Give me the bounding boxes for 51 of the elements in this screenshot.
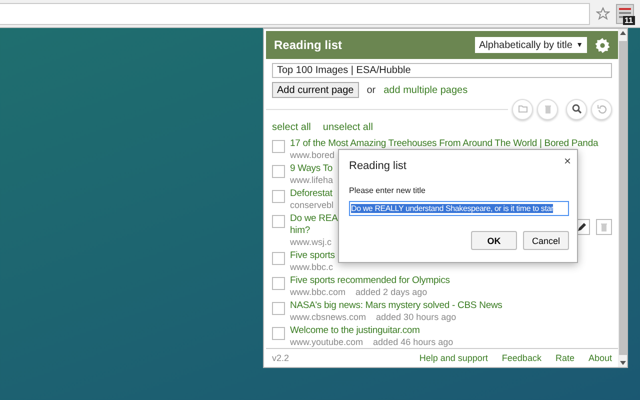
item-url: www.wsj.c [290,237,332,248]
dialog-title: Reading list [349,160,406,172]
extension-badge: 11 [622,16,635,24]
item-url: www.bbc.c [290,262,334,273]
dialog-prompt: Please enter new title [349,186,426,195]
item-added-time: added 30 hours ago [376,312,456,323]
item-url: www.lifeha [290,175,334,186]
popup-title: Reading list [274,38,344,52]
item-title[interactable]: Five sports recommended for Olympics [290,275,612,287]
checkbox[interactable] [272,140,285,153]
item-title[interactable]: 17 of the Most Amazing Treehouses From Around The World | Bored Panda [290,138,612,150]
version-label: v2.2 [272,353,290,363]
add-multiple-pages-link[interactable]: add multiple pages [384,84,468,96]
unselect-all-link[interactable]: unselect all [322,122,373,134]
checkbox[interactable] [272,277,285,290]
ok-button[interactable]: OK [471,231,517,250]
footer-link[interactable]: Help and support [419,353,488,363]
or-label: or [366,84,376,96]
star-icon[interactable] [596,6,610,20]
footer-link[interactable]: About [588,353,612,363]
select-all-link[interactable]: select all [272,122,311,134]
item-url: www.cbsnews.com [290,312,366,323]
checkbox[interactable] [272,215,285,228]
cancel-button[interactable]: Cancel [523,231,569,250]
item-url: conservebl [290,200,334,211]
item-title[interactable]: NASA's big news: Mars mystery solved - CBS News [290,300,612,312]
checkbox[interactable] [272,165,285,178]
scrollbar[interactable] [618,29,627,367]
extension-icon[interactable]: 11 [616,4,634,24]
item-url: www.bored [290,150,335,161]
address-bar[interactable] [0,2,590,24]
close-button[interactable]: × [564,154,571,168]
item-url: www.youtube.com [290,337,364,348]
page-title-field[interactable]: Top 100 Images | ESA/Hubble [272,63,612,78]
checkbox[interactable] [272,252,285,265]
item-title[interactable]: Welcome to the justinguitar.com [290,325,612,337]
trash-icon[interactable] [537,98,558,120]
footer-link[interactable]: Feedback [502,353,542,363]
trash-icon[interactable] [596,219,612,235]
footer-link[interactable]: Rate [555,353,574,363]
checkbox[interactable] [272,190,285,203]
item-added-time: added 2 days ago [356,287,428,298]
add-current-page-button[interactable]: Add current page [272,82,359,98]
checkbox[interactable] [272,302,285,315]
folder-icon[interactable] [512,98,533,120]
title-input-field[interactable]: Do we REALLY understand Shakespeare, or is it time to star [349,201,569,216]
item-added-time: added 46 hours ago [373,337,454,348]
search-icon[interactable] [566,98,587,120]
settings-icon[interactable] [595,38,610,52]
item-url: www.bbc.com [290,287,346,298]
checkbox[interactable] [272,327,285,340]
